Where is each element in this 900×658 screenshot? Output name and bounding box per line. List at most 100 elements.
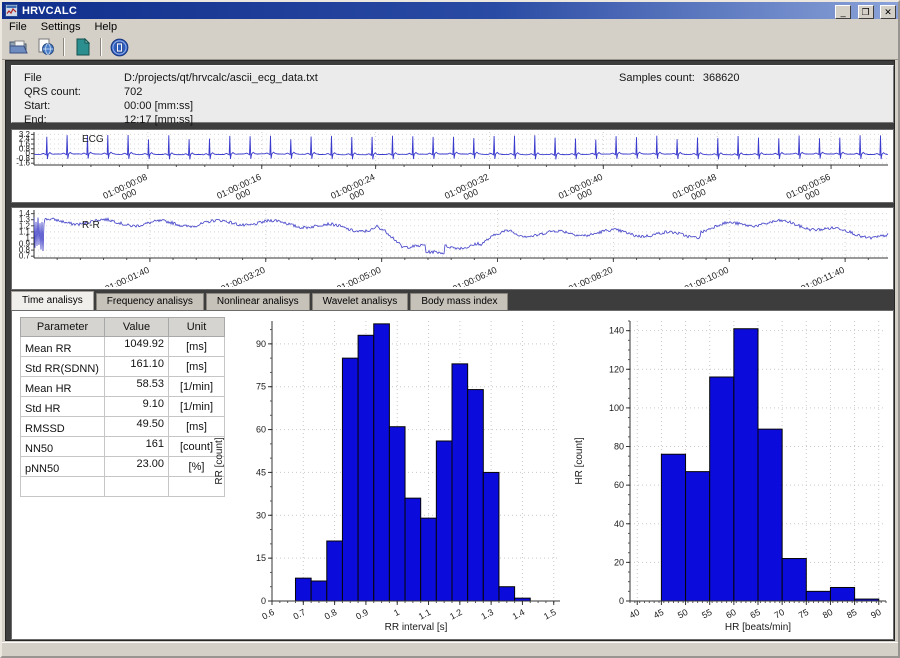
parameter-cell: Std HR	[21, 397, 105, 417]
analysis-tabs: Time analisysFrequency analisysNonlinear…	[11, 292, 510, 310]
tab-wavelet-analisys[interactable]: Wavelet analisys	[312, 293, 409, 310]
svg-text:01:00:10:00: 01:00:10:00	[683, 265, 730, 287]
info-label: End:	[24, 113, 124, 127]
tab-nonlinear-analisys[interactable]: Nonlinear analisys	[206, 293, 310, 310]
toolbar-separator	[100, 38, 102, 56]
menu-item-help[interactable]: Help	[87, 20, 124, 34]
svg-text:0: 0	[619, 596, 624, 606]
samples-count: Samples count: 368620	[619, 71, 740, 85]
svg-text:80: 80	[614, 442, 624, 452]
svg-text:70: 70	[773, 607, 787, 621]
window-title: HRVCALC	[22, 5, 833, 17]
svg-text:1.5: 1.5	[542, 607, 558, 622]
svg-text:01:00:06:40: 01:00:06:40	[451, 265, 498, 287]
svg-text:1.3: 1.3	[479, 607, 495, 622]
table-row-pnn50[interactable]: pNN5023.00[%]	[21, 457, 225, 477]
value-cell: 161	[105, 437, 169, 457]
open-file-button[interactable]	[5, 36, 32, 58]
svg-text:1.4: 1.4	[511, 607, 527, 622]
column-header-value: Value	[105, 318, 169, 337]
rr-tachogram-chart: 1.41.31.21.110.90.80.701:00:01:4001:00:0…	[12, 208, 891, 287]
parameter-cell: Mean HR	[21, 377, 105, 397]
table-row-std-rr-sdnn-[interactable]: Std RR(SDNN)161.10[ms]	[21, 357, 225, 377]
value-cell: 23.00	[105, 457, 169, 477]
app-window: { "window": { "title": "HRVCALC", "contr…	[0, 0, 900, 658]
svg-text:-1.6: -1.6	[16, 159, 30, 168]
exit-button[interactable]	[106, 36, 133, 58]
svg-text:60: 60	[724, 607, 738, 621]
hrv-results-table: ParameterValueUnitMean RR1049.92[ms]Std …	[20, 317, 225, 497]
info-row: FileD:/projects/qt/hrvcalc/ascii_ecg_dat…	[24, 71, 893, 85]
parameter-cell: RMSSD	[21, 417, 105, 437]
svg-text:75: 75	[797, 607, 811, 621]
info-row: End:12:17 [mm:ss]	[24, 113, 893, 127]
svg-text:50: 50	[676, 607, 690, 621]
svg-text:01:00:03:20: 01:00:03:20	[219, 265, 266, 287]
menu-item-settings[interactable]: Settings	[34, 20, 88, 34]
menu-item-file[interactable]: File	[2, 20, 34, 34]
svg-text:100: 100	[609, 403, 624, 413]
svg-text:15: 15	[256, 553, 266, 563]
restore-button[interactable]: ❐	[858, 5, 874, 19]
title-bar: HRVCALC _ ❐ ✕	[2, 2, 898, 19]
report-button[interactable]	[69, 36, 96, 58]
window-controls: _ ❐ ✕	[833, 2, 896, 20]
svg-text:80: 80	[821, 607, 835, 621]
svg-text:45: 45	[256, 467, 266, 477]
value-cell: 9.10	[105, 397, 169, 417]
svg-text:R-R: R-R	[82, 220, 100, 231]
svg-text:ECG: ECG	[82, 134, 104, 145]
tab-time-analisys[interactable]: Time analisys	[11, 291, 94, 310]
svg-text:90: 90	[256, 339, 266, 349]
info-label: QRS count:	[24, 85, 124, 99]
svg-text:40: 40	[614, 519, 624, 529]
close-button[interactable]: ✕	[880, 5, 896, 19]
info-value: 12:17 [mm:ss]	[124, 114, 193, 126]
svg-text:140: 140	[609, 326, 624, 336]
samples-count-value: 368620	[703, 72, 740, 84]
svg-text:90: 90	[869, 607, 883, 621]
svg-text:RR interval [s]: RR interval [s]	[385, 622, 448, 633]
value-cell: 1049.92	[105, 337, 169, 357]
svg-text:01:00:05:00: 01:00:05:00	[335, 265, 382, 287]
info-label: File	[24, 71, 124, 85]
svg-text:0.9: 0.9	[354, 607, 370, 622]
open-url-button[interactable]	[32, 36, 59, 58]
svg-text:01:00:08:20: 01:00:08:20	[567, 265, 614, 287]
toolbar	[2, 35, 898, 60]
rr-tachogram-panel: 1.41.31.21.110.90.80.701:00:01:4001:00:0…	[11, 207, 894, 290]
table-row-rmssd[interactable]: RMSSD49.50[ms]	[21, 417, 225, 437]
svg-text:1.2: 1.2	[448, 607, 464, 622]
parameter-cell: Std RR(SDNN)	[21, 357, 105, 377]
table-row-std-hr[interactable]: Std HR9.10[1/min]	[21, 397, 225, 417]
parameter-cell: pNN50	[21, 457, 105, 477]
tab-body-mass-index[interactable]: Body mass index	[410, 293, 508, 310]
svg-text:01:00:11:40: 01:00:11:40	[799, 265, 846, 287]
svg-text:01:00:01:40: 01:00:01:40	[103, 265, 150, 287]
table-row-nn50[interactable]: NN50161[count]	[21, 437, 225, 457]
info-label: Start:	[24, 99, 124, 113]
svg-text:HR [count]: HR [count]	[574, 437, 585, 484]
parameter-cell: Mean RR	[21, 337, 105, 357]
samples-count-label: Samples count:	[619, 72, 695, 84]
toolbar-separator	[63, 38, 65, 56]
svg-text:1.1: 1.1	[417, 607, 433, 622]
rr-histogram-chart: 01530456075900.60.70.80.911.11.21.31.41.…	[210, 313, 570, 637]
svg-text:45: 45	[652, 607, 666, 621]
hr-histogram-chart: 0204060801001201404045505560657075808590…	[570, 313, 892, 637]
value-cell: 49.50	[105, 417, 169, 437]
ecg-chart: 3.22.41.60.80-0.8-1.601:00:00:0800001:00…	[12, 130, 891, 200]
svg-text:30: 30	[256, 510, 266, 520]
svg-text:0.6: 0.6	[260, 607, 276, 622]
minimize-button[interactable]: _	[835, 5, 851, 19]
table-row-mean-hr[interactable]: Mean HR58.53[1/min]	[21, 377, 225, 397]
document-icon	[75, 38, 91, 56]
info-value: D:/projects/qt/hrvcalc/ascii_ecg_data.tx…	[124, 72, 318, 84]
tab-frequency-analisys[interactable]: Frequency analisys	[96, 293, 204, 310]
svg-text:1: 1	[392, 607, 401, 618]
file-info-panel: FileD:/projects/qt/hrvcalc/ascii_ecg_dat…	[11, 65, 894, 123]
open-folder-icon	[9, 38, 29, 56]
svg-text:55: 55	[700, 607, 714, 621]
table-row-mean-rr[interactable]: Mean RR1049.92[ms]	[21, 337, 225, 357]
app-icon	[5, 4, 18, 17]
